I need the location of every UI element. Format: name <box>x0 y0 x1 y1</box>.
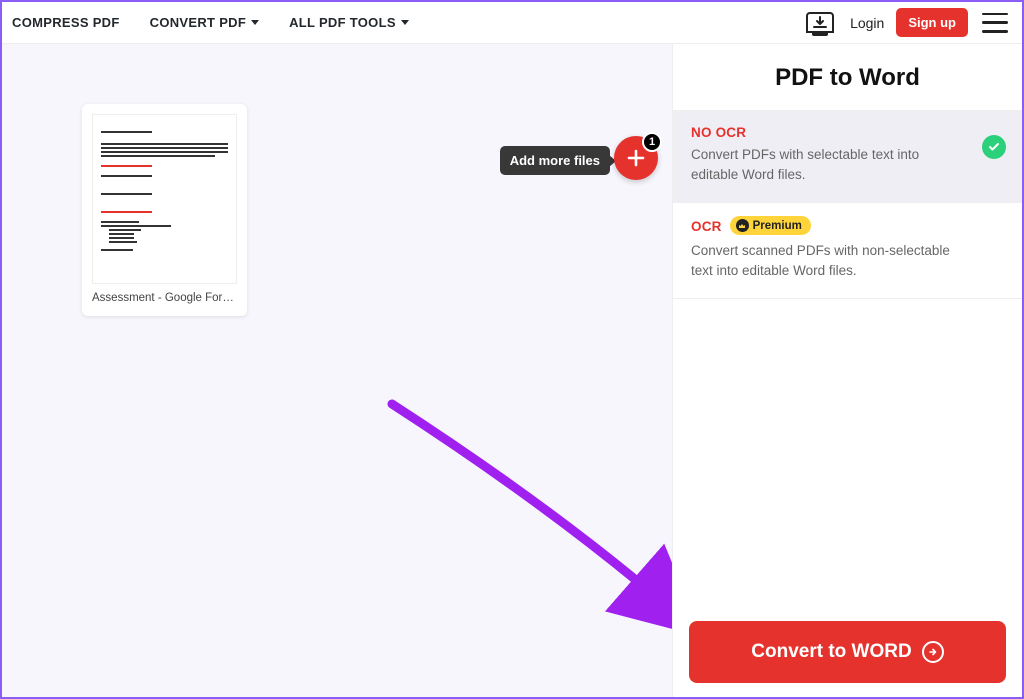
convert-button[interactable]: Convert to WORD <box>689 621 1006 683</box>
document-thumbnail <box>92 114 237 284</box>
nav-compress-pdf[interactable]: COMPRESS PDF <box>12 15 120 30</box>
option-title: OCR <box>691 219 722 234</box>
nav-convert-pdf[interactable]: CONVERT PDF <box>150 15 259 30</box>
check-icon <box>982 135 1006 159</box>
arrow-right-icon <box>922 641 944 663</box>
login-link[interactable]: Login <box>850 15 884 31</box>
file-name-label: Assessment - Google Forms.pdf <box>92 292 237 304</box>
options-panel: PDF to Word NO OCR Convert PDFs with sel… <box>672 44 1022 697</box>
convert-label: Convert to WORD <box>751 641 911 663</box>
download-desktop-icon[interactable] <box>806 12 834 33</box>
file-drop-area[interactable]: Assessment - Google Forms.pdf Add more f… <box>2 44 672 697</box>
file-count-badge: 1 <box>642 132 662 152</box>
nav-all-pdf-tools[interactable]: ALL PDF TOOLS <box>289 15 409 30</box>
nav-alltools-label: ALL PDF TOOLS <box>289 15 396 30</box>
file-card[interactable]: Assessment - Google Forms.pdf <box>82 104 247 316</box>
premium-badge: Premium <box>730 216 811 235</box>
badge-count: 1 <box>649 136 655 148</box>
option-no-ocr[interactable]: NO OCR Convert PDFs with selectable text… <box>673 110 1022 203</box>
option-title: NO OCR <box>691 125 1004 140</box>
add-files-button[interactable]: 1 <box>614 136 658 180</box>
panel-title: PDF to Word <box>673 44 1022 110</box>
chevron-down-icon <box>251 20 259 25</box>
top-nav: COMPRESS PDF CONVERT PDF ALL PDF TOOLS L… <box>2 2 1022 44</box>
option-desc: Convert PDFs with selectable text into e… <box>691 145 961 184</box>
signup-label: Sign up <box>908 15 956 30</box>
nav-compress-label: COMPRESS PDF <box>12 15 120 30</box>
crown-icon <box>736 219 749 232</box>
add-more-label: Add more files <box>510 153 600 168</box>
add-more-files-tooltip: Add more files <box>500 146 610 175</box>
premium-label: Premium <box>753 220 802 232</box>
nav-convert-label: CONVERT PDF <box>150 15 246 30</box>
login-label: Login <box>850 15 884 31</box>
plus-icon <box>626 148 646 168</box>
option-desc: Convert scanned PDFs with non-selectable… <box>691 241 961 280</box>
menu-icon[interactable] <box>982 13 1008 33</box>
signup-button[interactable]: Sign up <box>896 8 968 37</box>
chevron-down-icon <box>401 20 409 25</box>
option-ocr[interactable]: OCR Premium Convert scanned PDFs with no… <box>673 203 1022 299</box>
